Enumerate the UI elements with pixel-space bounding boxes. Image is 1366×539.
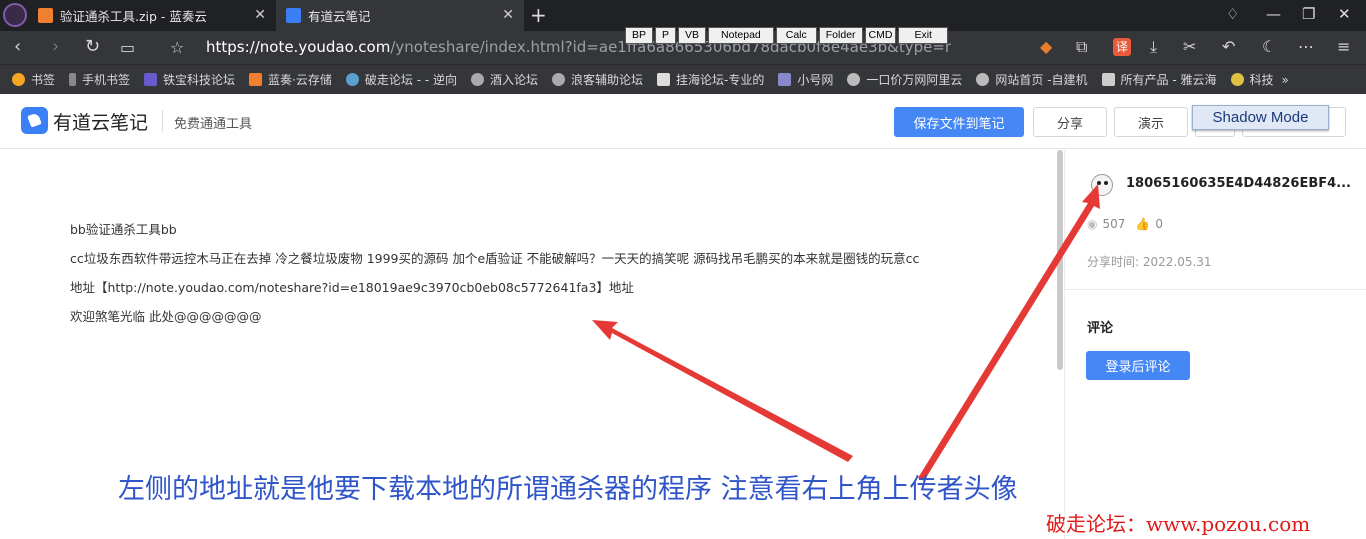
note-line: bb验证通杀工具bb xyxy=(70,222,177,237)
reader-icon[interactable]: ▭ xyxy=(120,38,135,57)
bookmark-item[interactable]: 破走论坛 - - 逆向 xyxy=(345,71,457,88)
bookmark-item[interactable]: 一口价万网阿里云 xyxy=(847,71,962,88)
uploader-name[interactable]: 18065160635E4D44826EBF4... xyxy=(1126,176,1351,191)
app-header: 有道云笔记 免费通通工具 保存文件到笔记 分享 演示 xyxy=(0,94,1366,149)
site-favicon-icon xyxy=(552,73,565,86)
tab-title: 验证通杀工具.zip - 蓝奏云 xyxy=(60,9,207,24)
annotation-caption: 左侧的地址就是他要下载本地的所谓通杀器的程序 注意看右上角上传者头像 xyxy=(118,474,1018,505)
bookmark-item[interactable]: 蓝奏·云存储 xyxy=(249,71,332,88)
download-icon[interactable]: ⤓ xyxy=(1150,37,1157,57)
uploader-avatar[interactable] xyxy=(1091,174,1113,196)
comments-heading: 评论 xyxy=(1087,321,1114,336)
thumbs-up-icon[interactable]: 👍 xyxy=(1135,217,1150,231)
tab-lanzou[interactable]: 验证通杀工具.zip - 蓝奏云 ✕ xyxy=(28,0,276,31)
new-tab-icon[interactable]: + xyxy=(530,3,547,27)
launcher-notepad-button[interactable]: Notepad xyxy=(708,27,774,44)
bookmark-item[interactable]: 手机书签 xyxy=(69,71,130,88)
present-button[interactable]: 演示 xyxy=(1114,107,1188,137)
youdao-logo-icon xyxy=(21,107,48,134)
scissors-icon[interactable]: ✂ xyxy=(1183,37,1196,56)
note-line: cc垃圾东西软件带远控木马正在去掉 冷之餐垃圾废物 1999买的源码 加个e盾验… xyxy=(70,251,920,266)
site-favicon-icon xyxy=(657,73,671,86)
youdao-favicon-icon xyxy=(286,8,301,23)
bookmark-item[interactable]: 铁宝科技论坛 xyxy=(144,71,235,88)
note-line: 欢迎煞笔光临 此处@@@@@@@ xyxy=(70,309,262,324)
restore-icon[interactable]: ❐ xyxy=(1302,5,1315,23)
tab-close-icon[interactable]: ✕ xyxy=(502,7,514,23)
bookmark-item[interactable]: 小号网 xyxy=(778,71,833,88)
bookmark-item[interactable]: 所有产品 - 雅云海 xyxy=(1101,71,1217,88)
site-favicon-icon xyxy=(1230,73,1244,86)
bookmark-item[interactable]: 酒入论坛 xyxy=(470,71,538,88)
star-icon xyxy=(12,73,25,86)
bookmark-star-icon[interactable]: ☆ xyxy=(170,38,184,57)
launcher-calc-button[interactable]: Calc xyxy=(775,27,817,44)
author-sidebar: 18065160635E4D44826EBF4... ◉ 507 👍 0 分享时… xyxy=(1064,150,1366,539)
lanzou-favicon-icon xyxy=(38,8,53,23)
back-icon[interactable]: ‹ xyxy=(14,36,21,57)
site-favicon-icon xyxy=(778,73,792,86)
bookmarks-bar: 书签 手机书签 铁宝科技论坛 蓝奏·云存储 破走论坛 - - 逆向 酒入论坛 浪… xyxy=(0,64,1366,94)
launcher-bp-button[interactable]: BP xyxy=(625,27,654,44)
divider xyxy=(162,110,163,132)
launcher-cmd-button[interactable]: CMD xyxy=(864,27,897,44)
bookmarks-overflow-icon[interactable]: » xyxy=(1282,73,1289,87)
site-favicon-icon xyxy=(1101,73,1115,86)
launcher-folder-button[interactable]: Folder xyxy=(818,27,863,44)
eye-icon: ◉ xyxy=(1087,217,1098,231)
like-count: 0 xyxy=(1155,217,1163,231)
site-favicon-icon xyxy=(976,73,990,86)
note-content: bb验证通杀工具bb cc垃圾东西软件带远控木马正在去掉 冷之餐垃圾废物 199… xyxy=(70,150,1000,336)
browser-profile-avatar[interactable] xyxy=(3,3,27,27)
minimize-icon[interactable]: — xyxy=(1266,5,1281,23)
arrow-to-link xyxy=(592,320,853,462)
bookmark-item[interactable]: 书签 xyxy=(12,71,55,88)
site-favicon-icon xyxy=(847,73,861,86)
launcher-toolbar: BP P VB Notepad Calc Folder CMD Exit xyxy=(625,27,948,44)
tab-youdao-note[interactable]: 有道云笔记 ✕ xyxy=(276,0,524,31)
site-favicon-icon xyxy=(249,73,263,86)
note-stats: ◉ 507 👍 0 xyxy=(1087,217,1163,231)
phone-icon xyxy=(69,73,77,86)
translate-icon[interactable]: 译 xyxy=(1113,38,1131,56)
page-title: 免费通通工具 xyxy=(174,117,253,132)
tab-close-icon[interactable]: ✕ xyxy=(254,7,266,23)
divider xyxy=(1065,289,1366,290)
hamburger-menu-icon[interactable]: ≡ xyxy=(1337,37,1350,56)
launcher-p-button[interactable]: P xyxy=(655,27,677,44)
shadow-mode-button[interactable]: Shadow Mode xyxy=(1192,105,1329,130)
launcher-exit-button[interactable]: Exit xyxy=(898,27,948,44)
launcher-vb-button[interactable]: VB xyxy=(678,27,707,44)
forward-icon[interactable]: › xyxy=(52,36,59,57)
save-to-notes-button[interactable]: 保存文件到笔记 xyxy=(894,107,1024,137)
site-favicon-icon xyxy=(345,73,359,86)
undo-icon[interactable]: ↶ xyxy=(1222,37,1235,56)
note-link-line: 地址【http://note.youdao.com/noteshare?id=e… xyxy=(70,280,634,295)
more-menu-icon[interactable]: ⋯ xyxy=(1298,37,1314,56)
logo-text: 有道云笔记 xyxy=(53,112,149,134)
watermark: 破走论坛：www.pozou.com xyxy=(1046,512,1311,536)
bookmark-item[interactable]: 浪客辅助论坛 xyxy=(552,71,643,88)
url-host: https://note.youdao.com xyxy=(206,38,391,56)
login-to-comment-button[interactable]: 登录后评论 xyxy=(1086,351,1190,380)
content-scrollbar[interactable] xyxy=(1057,150,1063,370)
bookmark-item[interactable]: 挂海论坛-专业的 xyxy=(657,71,764,88)
share-time: 分享时间: 2022.05.31 xyxy=(1087,255,1212,269)
bookmark-item[interactable]: 网站首页 -自建机 xyxy=(976,71,1088,88)
tshirt-skin-icon[interactable]: ♢ xyxy=(1226,5,1239,23)
game-icon[interactable]: ◆ xyxy=(1040,37,1052,56)
bookmark-item[interactable]: 科技 xyxy=(1230,71,1274,88)
site-favicon-icon xyxy=(470,73,484,86)
view-count: 507 xyxy=(1102,217,1126,231)
window-close-icon[interactable]: ✕ xyxy=(1338,5,1351,23)
night-mode-icon[interactable]: ☾ xyxy=(1262,37,1276,56)
tab-title: 有道云笔记 xyxy=(308,9,371,24)
reload-icon[interactable]: ↻ xyxy=(85,36,100,57)
extension-icon[interactable]: ⧉ xyxy=(1076,37,1087,57)
share-button[interactable]: 分享 xyxy=(1033,107,1107,137)
site-favicon-icon xyxy=(144,73,158,86)
